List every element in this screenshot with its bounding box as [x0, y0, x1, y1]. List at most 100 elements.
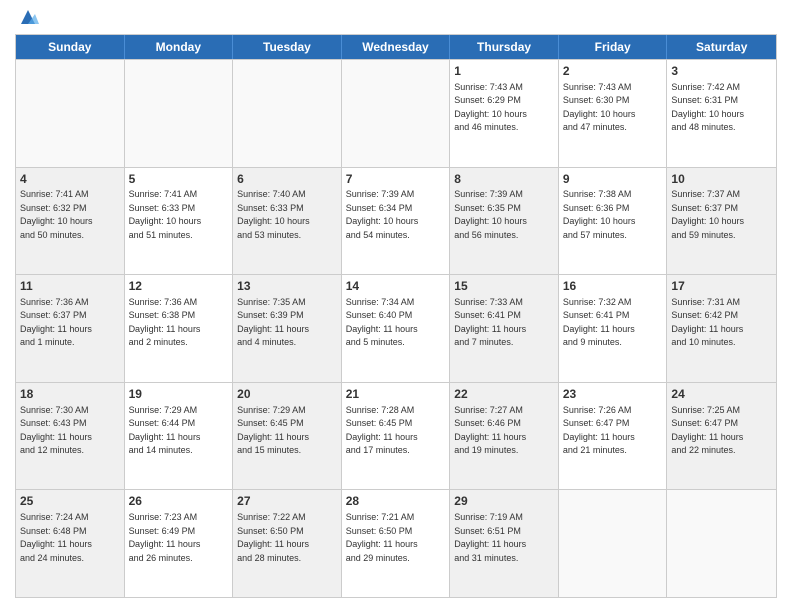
day-number: 3: [671, 63, 772, 80]
day-info: Sunrise: 7:23 AM Sunset: 6:49 PM Dayligh…: [129, 511, 229, 565]
day-info: Sunrise: 7:29 AM Sunset: 6:44 PM Dayligh…: [129, 404, 229, 458]
day-number: 21: [346, 386, 446, 403]
day-number: 1: [454, 63, 554, 80]
day-number: 18: [20, 386, 120, 403]
calendar-cell: 9Sunrise: 7:38 AM Sunset: 6:36 PM Daylig…: [559, 168, 668, 275]
day-number: 11: [20, 278, 120, 295]
calendar-cell: 5Sunrise: 7:41 AM Sunset: 6:33 PM Daylig…: [125, 168, 234, 275]
day-info: Sunrise: 7:27 AM Sunset: 6:46 PM Dayligh…: [454, 404, 554, 458]
day-info: Sunrise: 7:42 AM Sunset: 6:31 PM Dayligh…: [671, 81, 772, 135]
day-number: 28: [346, 493, 446, 510]
day-info: Sunrise: 7:43 AM Sunset: 6:29 PM Dayligh…: [454, 81, 554, 135]
day-number: 29: [454, 493, 554, 510]
calendar-cell: 17Sunrise: 7:31 AM Sunset: 6:42 PM Dayli…: [667, 275, 776, 382]
calendar-cell: 22Sunrise: 7:27 AM Sunset: 6:46 PM Dayli…: [450, 383, 559, 490]
calendar-cell: 11Sunrise: 7:36 AM Sunset: 6:37 PM Dayli…: [16, 275, 125, 382]
calendar-cell: [667, 490, 776, 597]
calendar-cell: 18Sunrise: 7:30 AM Sunset: 6:43 PM Dayli…: [16, 383, 125, 490]
calendar-cell: 2Sunrise: 7:43 AM Sunset: 6:30 PM Daylig…: [559, 60, 668, 167]
header-cell-thursday: Thursday: [450, 35, 559, 59]
day-info: Sunrise: 7:43 AM Sunset: 6:30 PM Dayligh…: [563, 81, 663, 135]
calendar-cell: [559, 490, 668, 597]
calendar-cell: 23Sunrise: 7:26 AM Sunset: 6:47 PM Dayli…: [559, 383, 668, 490]
day-info: Sunrise: 7:36 AM Sunset: 6:37 PM Dayligh…: [20, 296, 120, 350]
day-number: 6: [237, 171, 337, 188]
day-info: Sunrise: 7:36 AM Sunset: 6:38 PM Dayligh…: [129, 296, 229, 350]
header-cell-monday: Monday: [125, 35, 234, 59]
calendar-cell: 21Sunrise: 7:28 AM Sunset: 6:45 PM Dayli…: [342, 383, 451, 490]
calendar-cell: [16, 60, 125, 167]
calendar-cell: 28Sunrise: 7:21 AM Sunset: 6:50 PM Dayli…: [342, 490, 451, 597]
day-number: 16: [563, 278, 663, 295]
day-number: 12: [129, 278, 229, 295]
calendar-cell: 19Sunrise: 7:29 AM Sunset: 6:44 PM Dayli…: [125, 383, 234, 490]
day-info: Sunrise: 7:29 AM Sunset: 6:45 PM Dayligh…: [237, 404, 337, 458]
day-number: 20: [237, 386, 337, 403]
calendar-week-1: 1Sunrise: 7:43 AM Sunset: 6:29 PM Daylig…: [16, 59, 776, 167]
day-number: 4: [20, 171, 120, 188]
calendar-cell: 27Sunrise: 7:22 AM Sunset: 6:50 PM Dayli…: [233, 490, 342, 597]
day-info: Sunrise: 7:38 AM Sunset: 6:36 PM Dayligh…: [563, 188, 663, 242]
header-cell-saturday: Saturday: [667, 35, 776, 59]
calendar-cell: 29Sunrise: 7:19 AM Sunset: 6:51 PM Dayli…: [450, 490, 559, 597]
day-number: 10: [671, 171, 772, 188]
calendar: SundayMondayTuesdayWednesdayThursdayFrid…: [15, 34, 777, 598]
calendar-cell: 15Sunrise: 7:33 AM Sunset: 6:41 PM Dayli…: [450, 275, 559, 382]
header: [15, 10, 777, 28]
day-info: Sunrise: 7:41 AM Sunset: 6:32 PM Dayligh…: [20, 188, 120, 242]
day-number: 7: [346, 171, 446, 188]
calendar-cell: 26Sunrise: 7:23 AM Sunset: 6:49 PM Dayli…: [125, 490, 234, 597]
day-info: Sunrise: 7:19 AM Sunset: 6:51 PM Dayligh…: [454, 511, 554, 565]
day-number: 14: [346, 278, 446, 295]
day-number: 22: [454, 386, 554, 403]
calendar-week-4: 18Sunrise: 7:30 AM Sunset: 6:43 PM Dayli…: [16, 382, 776, 490]
calendar-header-row: SundayMondayTuesdayWednesdayThursdayFrid…: [16, 35, 776, 59]
calendar-cell: [342, 60, 451, 167]
calendar-cell: 13Sunrise: 7:35 AM Sunset: 6:39 PM Dayli…: [233, 275, 342, 382]
day-info: Sunrise: 7:22 AM Sunset: 6:50 PM Dayligh…: [237, 511, 337, 565]
day-number: 27: [237, 493, 337, 510]
day-number: 25: [20, 493, 120, 510]
calendar-cell: 20Sunrise: 7:29 AM Sunset: 6:45 PM Dayli…: [233, 383, 342, 490]
calendar-cell: 14Sunrise: 7:34 AM Sunset: 6:40 PM Dayli…: [342, 275, 451, 382]
day-number: 2: [563, 63, 663, 80]
day-info: Sunrise: 7:28 AM Sunset: 6:45 PM Dayligh…: [346, 404, 446, 458]
calendar-cell: 6Sunrise: 7:40 AM Sunset: 6:33 PM Daylig…: [233, 168, 342, 275]
calendar-cell: 1Sunrise: 7:43 AM Sunset: 6:29 PM Daylig…: [450, 60, 559, 167]
calendar-week-2: 4Sunrise: 7:41 AM Sunset: 6:32 PM Daylig…: [16, 167, 776, 275]
calendar-cell: 8Sunrise: 7:39 AM Sunset: 6:35 PM Daylig…: [450, 168, 559, 275]
calendar-cell: 10Sunrise: 7:37 AM Sunset: 6:37 PM Dayli…: [667, 168, 776, 275]
day-number: 9: [563, 171, 663, 188]
day-number: 5: [129, 171, 229, 188]
day-info: Sunrise: 7:40 AM Sunset: 6:33 PM Dayligh…: [237, 188, 337, 242]
logo-icon: [17, 6, 39, 28]
day-info: Sunrise: 7:37 AM Sunset: 6:37 PM Dayligh…: [671, 188, 772, 242]
day-info: Sunrise: 7:41 AM Sunset: 6:33 PM Dayligh…: [129, 188, 229, 242]
calendar-cell: 7Sunrise: 7:39 AM Sunset: 6:34 PM Daylig…: [342, 168, 451, 275]
day-info: Sunrise: 7:39 AM Sunset: 6:35 PM Dayligh…: [454, 188, 554, 242]
calendar-cell: 16Sunrise: 7:32 AM Sunset: 6:41 PM Dayli…: [559, 275, 668, 382]
calendar-cell: 24Sunrise: 7:25 AM Sunset: 6:47 PM Dayli…: [667, 383, 776, 490]
calendar-week-3: 11Sunrise: 7:36 AM Sunset: 6:37 PM Dayli…: [16, 274, 776, 382]
day-info: Sunrise: 7:30 AM Sunset: 6:43 PM Dayligh…: [20, 404, 120, 458]
calendar-cell: [233, 60, 342, 167]
day-info: Sunrise: 7:33 AM Sunset: 6:41 PM Dayligh…: [454, 296, 554, 350]
day-info: Sunrise: 7:34 AM Sunset: 6:40 PM Dayligh…: [346, 296, 446, 350]
day-info: Sunrise: 7:31 AM Sunset: 6:42 PM Dayligh…: [671, 296, 772, 350]
day-number: 19: [129, 386, 229, 403]
day-info: Sunrise: 7:24 AM Sunset: 6:48 PM Dayligh…: [20, 511, 120, 565]
header-cell-wednesday: Wednesday: [342, 35, 451, 59]
day-number: 13: [237, 278, 337, 295]
day-info: Sunrise: 7:32 AM Sunset: 6:41 PM Dayligh…: [563, 296, 663, 350]
day-number: 26: [129, 493, 229, 510]
day-number: 23: [563, 386, 663, 403]
calendar-cell: 4Sunrise: 7:41 AM Sunset: 6:32 PM Daylig…: [16, 168, 125, 275]
day-number: 17: [671, 278, 772, 295]
calendar-week-5: 25Sunrise: 7:24 AM Sunset: 6:48 PM Dayli…: [16, 489, 776, 597]
day-info: Sunrise: 7:35 AM Sunset: 6:39 PM Dayligh…: [237, 296, 337, 350]
calendar-cell: 12Sunrise: 7:36 AM Sunset: 6:38 PM Dayli…: [125, 275, 234, 382]
calendar-body: 1Sunrise: 7:43 AM Sunset: 6:29 PM Daylig…: [16, 59, 776, 597]
calendar-cell: [125, 60, 234, 167]
day-info: Sunrise: 7:25 AM Sunset: 6:47 PM Dayligh…: [671, 404, 772, 458]
calendar-cell: 3Sunrise: 7:42 AM Sunset: 6:31 PM Daylig…: [667, 60, 776, 167]
